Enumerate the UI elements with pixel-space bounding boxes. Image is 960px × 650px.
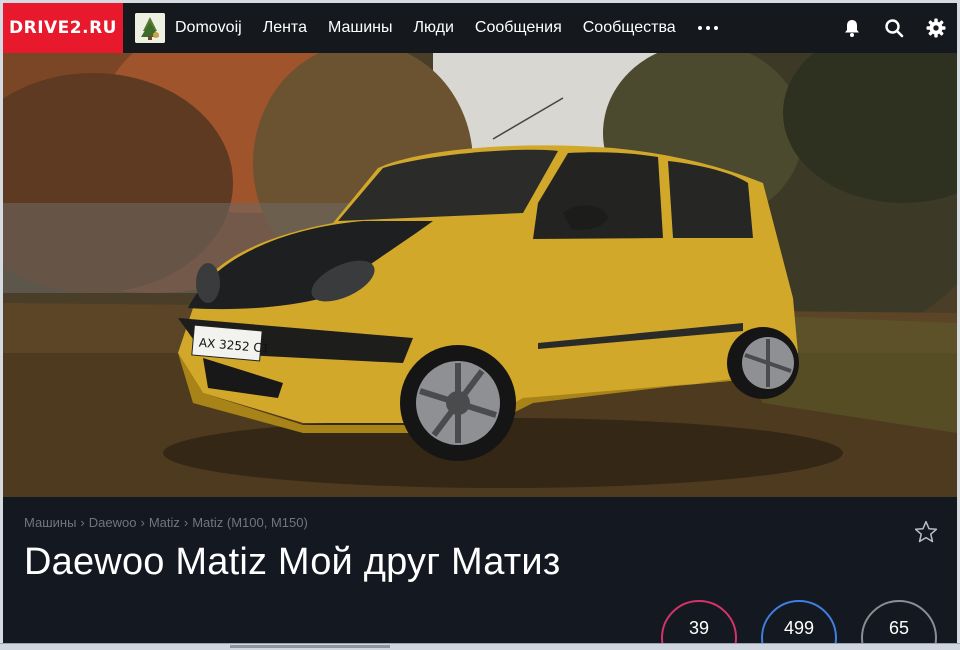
car-photo-illustration: AX 3252 C1 xyxy=(3,53,957,497)
horizontal-scrollbar[interactable] xyxy=(0,643,960,650)
site-logo[interactable]: DRIVE2.RU xyxy=(3,3,123,53)
avatar-image xyxy=(135,13,165,43)
breadcrumb: Машины › Daewoo › Matiz › Matiz (M100, M150) xyxy=(24,515,308,530)
breadcrumb-link-cars[interactable]: Машины xyxy=(24,515,76,530)
page-title: Daewoo Matiz Мой друг Матиз xyxy=(24,541,561,583)
car-info-panel: Машины › Daewoo › Matiz › Matiz (M100, M150) D… xyxy=(3,497,957,647)
user-avatar[interactable] xyxy=(135,13,165,43)
stat-counter-2[interactable]: 499 xyxy=(761,600,837,647)
browser-viewport: DRIVE2.RU Domovoij Лента Машины Люди Соо… xyxy=(3,3,957,647)
nav-people[interactable]: Люди xyxy=(413,19,453,37)
nav-communities[interactable]: Сообщества xyxy=(583,19,676,37)
breadcrumb-link-model[interactable]: Matiz xyxy=(149,515,180,530)
gear-icon[interactable] xyxy=(923,15,949,41)
bell-icon[interactable] xyxy=(839,15,865,41)
header-actions xyxy=(839,15,949,41)
breadcrumb-separator: › xyxy=(80,515,85,530)
breadcrumb-separator: › xyxy=(140,515,145,530)
search-icon[interactable] xyxy=(881,15,907,41)
car-photo[interactable]: AX 3252 C1 xyxy=(3,53,957,497)
nav-user-profile[interactable]: Domovoij xyxy=(175,19,242,37)
nav-feed[interactable]: Лента xyxy=(263,19,307,37)
breadcrumb-separator: › xyxy=(183,515,189,530)
breadcrumb-link-brand[interactable]: Daewoo xyxy=(89,515,137,530)
more-icon[interactable] xyxy=(697,26,718,30)
star-icon[interactable] xyxy=(913,519,939,550)
stat-counter-1[interactable]: 39 xyxy=(661,600,737,647)
top-navigation: DRIVE2.RU Domovoij Лента Машины Люди Соо… xyxy=(3,3,957,53)
breadcrumb-link-generation[interactable]: Matiz (M100, M150) xyxy=(192,515,308,530)
nav-cars[interactable]: Машины xyxy=(328,19,393,37)
nav-messages[interactable]: Сообщения xyxy=(475,19,562,37)
scrollbar-thumb[interactable] xyxy=(230,645,390,648)
stat-counter-3[interactable]: 65 xyxy=(861,600,937,647)
